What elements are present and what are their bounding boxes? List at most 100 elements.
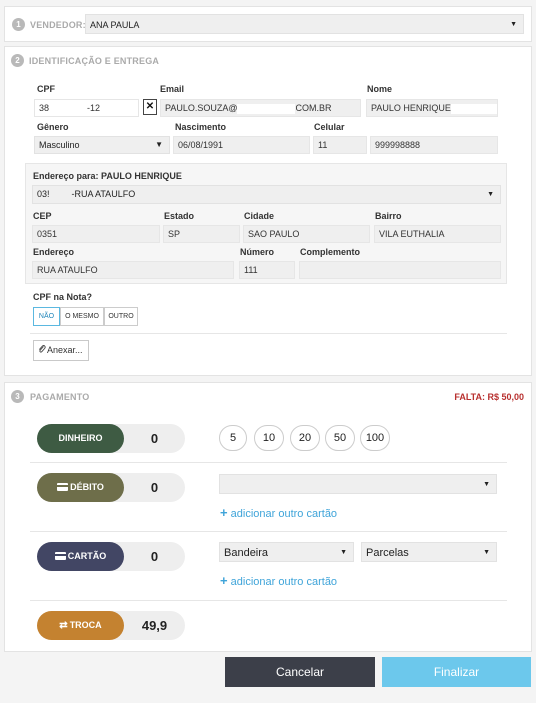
endereco-input[interactable]: RUA ATAULFO: [32, 261, 234, 279]
cartao-row: CARTÃO 0: [37, 542, 185, 571]
chevron-down-icon: ▼: [483, 549, 490, 556]
coin-20-button[interactable]: 20: [290, 425, 320, 451]
cidade-label: Cidade: [244, 211, 275, 221]
pagamento-title: PAGAMENTO: [30, 392, 90, 402]
cpf-label: CPF: [37, 84, 55, 94]
nascimento-input[interactable]: 06/08/1991: [173, 136, 310, 154]
coin-10-button[interactable]: 10: [254, 425, 284, 451]
vendedor-panel: 1 VENDEDOR: ANA PAULA ▼: [4, 6, 532, 42]
troca-button[interactable]: ⇄ TROCA: [37, 611, 124, 640]
clear-cpf-button[interactable]: ✕: [143, 99, 157, 115]
cidade-input[interactable]: SAO PAULO: [243, 225, 370, 243]
divider: [30, 462, 507, 463]
add-debit-card-link[interactable]: + adicionar outro cartão: [220, 505, 337, 520]
cep-label: CEP: [33, 211, 52, 221]
plus-icon: +: [220, 505, 228, 520]
nome-label: Nome: [367, 84, 393, 94]
celular-label: Celular: [314, 122, 345, 132]
dinheiro-row: DINHEIRO 0: [37, 424, 185, 453]
nome-input[interactable]: PAULO HENRIQUE: [366, 99, 498, 117]
genero-value: Masculino: [39, 140, 80, 150]
endereco-select-start: 03!: [37, 189, 50, 199]
coin-50-button[interactable]: 50: [325, 425, 355, 451]
cpf-nota-option-nao[interactable]: NÃO: [33, 307, 60, 326]
estado-label: Estado: [164, 211, 195, 221]
finalizar-button[interactable]: Finalizar: [382, 657, 531, 687]
anexar-label: Anexar...: [47, 345, 83, 355]
parcelas-placeholder: Parcelas: [366, 547, 409, 559]
celular-number-input[interactable]: 999998888: [370, 136, 498, 154]
exchange-icon: ⇄: [59, 620, 68, 631]
step-3-badge: 3: [11, 390, 24, 403]
vendedor-value: ANA PAULA: [90, 20, 140, 30]
chevron-down-icon: ▼: [340, 549, 347, 556]
genero-select[interactable]: Masculino ▼: [34, 136, 170, 154]
divider: [30, 600, 507, 601]
troca-row: ⇄ TROCA 49,9: [37, 611, 185, 640]
complemento-input[interactable]: [299, 261, 501, 279]
email-label: Email: [160, 84, 185, 94]
divider: [30, 333, 507, 334]
add-credit-card-link[interactable]: + adicionar outro cartão: [220, 573, 337, 588]
debito-card-select[interactable]: ▼: [219, 474, 497, 494]
email-start: PAULO.SOUZA@: [165, 103, 238, 113]
anexar-button[interactable]: Anexar...: [33, 340, 89, 361]
coin-100-button[interactable]: 100: [360, 425, 390, 451]
estado-input[interactable]: SP: [163, 225, 240, 243]
cartao-button[interactable]: CARTÃO: [37, 542, 124, 571]
endereco-select[interactable]: 03! -RUA ATAULFO ▼: [32, 185, 501, 204]
email-input[interactable]: PAULO.SOUZA@ COM.BR: [160, 99, 361, 117]
chevron-down-icon: ▼: [155, 140, 163, 149]
debito-value[interactable]: 0: [124, 473, 185, 502]
credit-card-icon: [57, 483, 69, 491]
chevron-down-icon: ▼: [510, 21, 517, 28]
cpf-input[interactable]: 38 -12: [34, 99, 139, 117]
cancel-button[interactable]: Cancelar: [225, 657, 375, 687]
debito-row: DÉBITO 0: [37, 473, 185, 502]
vendedor-select[interactable]: ANA PAULA ▼: [85, 14, 524, 34]
cep-input[interactable]: 0351: [32, 225, 160, 243]
numero-label: Número: [240, 247, 275, 257]
identificacao-title: IDENTIFICAÇÃO E ENTREGA: [29, 56, 160, 66]
celular-ddd-input[interactable]: 11: [313, 136, 367, 154]
bairro-input[interactable]: VILA EUTHALIA: [374, 225, 501, 243]
bairro-label: Bairro: [375, 211, 402, 221]
chevron-down-icon: ▼: [487, 191, 494, 198]
add-card-label: adicionar outro cartão: [230, 508, 338, 520]
endereco-select-end: -RUA ATAULFO: [71, 189, 136, 199]
cpf-nota-label: CPF na Nota?: [33, 292, 93, 302]
coin-5-button[interactable]: 5: [219, 425, 247, 451]
plus-icon: +: [220, 573, 228, 588]
dinheiro-button[interactable]: DINHEIRO: [37, 424, 124, 453]
cpf-nota-option-outro[interactable]: OUTRO: [104, 307, 138, 326]
troca-value[interactable]: 49,9: [124, 611, 185, 640]
cartao-label: CARTÃO: [67, 551, 107, 561]
endereco-para-header: Endereço para: PAULO HENRIQUE: [33, 171, 182, 181]
divider: [30, 531, 507, 532]
bandeira-select[interactable]: Bandeira ▼: [219, 542, 354, 562]
cpf-nota-option-o-mesmo[interactable]: O MESMO: [60, 307, 104, 326]
genero-label: Gênero: [37, 122, 69, 132]
step-1-badge: 1: [12, 18, 25, 31]
debito-label: DÉBITO: [70, 482, 104, 492]
email-end: COM.BR: [295, 103, 332, 113]
step-2-badge: 2: [11, 54, 24, 67]
cartao-value[interactable]: 0: [124, 542, 185, 571]
troca-label: TROCA: [69, 620, 102, 630]
debito-button[interactable]: DÉBITO: [37, 473, 124, 502]
numero-input[interactable]: 111: [239, 261, 295, 279]
falta-amount: FALTA: R$ 50,00: [454, 392, 524, 402]
paperclip-icon: [38, 342, 46, 353]
nascimento-label: Nascimento: [175, 122, 227, 132]
nome-value: PAULO HENRIQUE: [371, 103, 451, 113]
bandeira-placeholder: Bandeira: [224, 547, 269, 559]
parcelas-select[interactable]: Parcelas ▼: [361, 542, 497, 562]
vendedor-label: VENDEDOR:: [30, 20, 86, 30]
endereco-label: Endereço: [33, 247, 75, 257]
dinheiro-value[interactable]: 0: [124, 424, 185, 453]
credit-card-icon: [54, 552, 66, 560]
chevron-down-icon: ▼: [483, 481, 490, 488]
cpf-end: -12: [87, 103, 101, 113]
add-card-label: adicionar outro cartão: [230, 576, 338, 588]
complemento-label: Complemento: [300, 247, 361, 257]
